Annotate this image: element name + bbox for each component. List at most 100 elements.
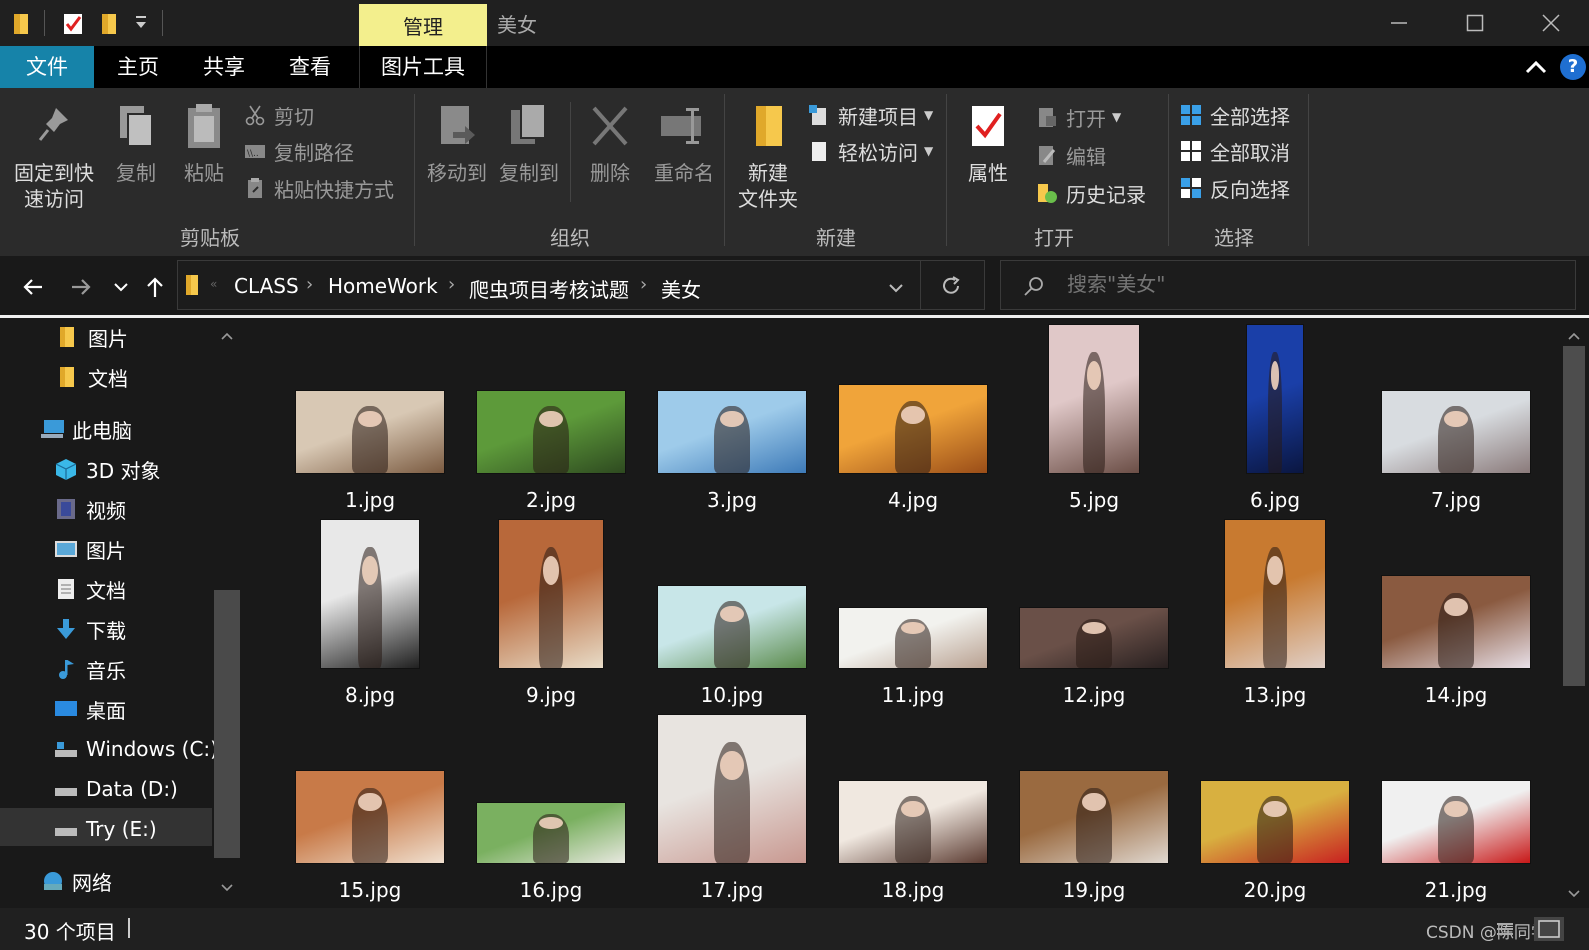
- image-thumbnail: [1019, 607, 1169, 669]
- chevron-right-icon[interactable]: ›: [640, 274, 647, 295]
- search-box[interactable]: [1000, 260, 1576, 310]
- copy-path-button[interactable]: \\.. 复制路径: [244, 136, 354, 166]
- tab-manage[interactable]: 管理: [359, 4, 487, 46]
- nav-item-music[interactable]: 音乐: [54, 650, 126, 688]
- paste-shortcut-button[interactable]: 粘贴快捷方式: [244, 173, 394, 203]
- nav-item-drive-c[interactable]: Windows (C:): [54, 730, 218, 768]
- breadcrumb-current[interactable]: 美女: [661, 274, 701, 303]
- recent-locations-chevron-icon[interactable]: [106, 272, 136, 302]
- nav-item-desktop[interactable]: 桌面: [54, 690, 126, 728]
- nav-item-documents-quick[interactable]: 文档: [56, 358, 128, 396]
- scroll-up-icon[interactable]: [1568, 326, 1580, 345]
- chevron-right-icon[interactable]: ›: [448, 274, 455, 295]
- new-folder-quick-icon[interactable]: [100, 12, 120, 40]
- back-arrow-icon[interactable]: [18, 272, 48, 302]
- properties-button[interactable]: 属性: [958, 102, 1018, 186]
- collapse-ribbon-icon[interactable]: [1524, 56, 1548, 78]
- nav-item-drive-e[interactable]: Try (E:): [54, 810, 157, 848]
- file-item[interactable]: 20.jpg: [1185, 714, 1365, 904]
- tab-picture-tools[interactable]: 图片工具: [359, 46, 487, 88]
- group-divider: [414, 94, 415, 246]
- file-item[interactable]: 8.jpg: [280, 519, 460, 709]
- maximize-button[interactable]: [1437, 0, 1513, 46]
- large-icons-view-icon[interactable]: [1534, 917, 1564, 941]
- edit-button[interactable]: 编辑: [1036, 140, 1106, 170]
- file-list-scroll-thumb[interactable]: [1563, 346, 1585, 686]
- file-item[interactable]: 18.jpg: [823, 714, 1003, 904]
- pin-quick-access-button[interactable]: 固定到快 速访问: [6, 102, 102, 212]
- help-icon[interactable]: ?: [1560, 54, 1586, 80]
- tab-home[interactable]: 主页: [100, 46, 176, 88]
- scroll-down-icon[interactable]: [1568, 884, 1580, 903]
- refresh-icon[interactable]: [940, 275, 962, 301]
- move-to-button[interactable]: 移动到: [422, 102, 492, 186]
- nav-item-3d-objects[interactable]: 3D 对象: [54, 450, 160, 488]
- copy-button[interactable]: 复制: [108, 102, 164, 186]
- file-item[interactable]: 7.jpg: [1366, 324, 1546, 514]
- history-button[interactable]: 历史记录: [1036, 178, 1146, 208]
- breadcrumb-crawler-exam[interactable]: 爬虫项目考核试题: [469, 274, 629, 303]
- nav-item-this-pc[interactable]: 此电脑: [40, 410, 132, 448]
- breadcrumb-homework[interactable]: HomeWork: [328, 274, 438, 298]
- minimize-button[interactable]: [1361, 0, 1437, 46]
- up-arrow-icon[interactable]: [140, 272, 170, 302]
- address-history-chevron-icon[interactable]: [888, 279, 904, 298]
- address-bar[interactable]: « CLASS › HomeWork › 爬虫项目考核试题 › 美女: [177, 260, 985, 310]
- file-item[interactable]: 13.jpg: [1185, 519, 1365, 709]
- nav-item-videos[interactable]: 视频: [54, 490, 126, 528]
- file-item[interactable]: 2.jpg: [461, 324, 641, 514]
- file-item[interactable]: 17.jpg: [642, 714, 822, 904]
- scroll-down-icon[interactable]: [221, 878, 233, 897]
- image-thumbnail: [838, 384, 988, 474]
- tab-view[interactable]: 查看: [272, 46, 348, 88]
- breadcrumb-class[interactable]: CLASS: [234, 274, 299, 298]
- nav-item-documents[interactable]: 文档: [54, 570, 126, 608]
- new-folder-button[interactable]: 新建 文件夹: [730, 102, 806, 212]
- file-item[interactable]: 14.jpg: [1366, 519, 1546, 709]
- copy-to-button[interactable]: 复制到: [494, 102, 564, 186]
- cut-button[interactable]: 剪切: [244, 100, 314, 130]
- nav-item-network[interactable]: 网络: [40, 862, 112, 900]
- tab-file[interactable]: 文件: [0, 46, 94, 88]
- open-button[interactable]: 打开 ▼: [1036, 102, 1121, 132]
- close-button[interactable]: [1513, 0, 1589, 46]
- image-thumbnail: [1019, 770, 1169, 864]
- file-item[interactable]: 9.jpg: [461, 519, 641, 709]
- file-item[interactable]: 3.jpg: [642, 324, 822, 514]
- easy-access-button[interactable]: 轻松访问 ▼: [808, 136, 933, 166]
- nav-pane-scroll-thumb[interactable]: [214, 590, 240, 858]
- select-none-button[interactable]: 全部取消: [1180, 136, 1290, 166]
- file-item[interactable]: 5.jpg: [1004, 324, 1184, 514]
- details-view-icon[interactable]: [1494, 918, 1516, 940]
- delete-button[interactable]: 删除: [580, 102, 640, 186]
- paste-button[interactable]: 粘贴: [176, 102, 232, 186]
- tab-share[interactable]: 共享: [186, 46, 262, 88]
- file-item[interactable]: 12.jpg: [1004, 519, 1184, 709]
- properties-quick-icon[interactable]: [62, 12, 84, 40]
- select-all-button[interactable]: 全部选择: [1180, 100, 1290, 130]
- file-name: 7.jpg: [1430, 488, 1482, 512]
- file-item[interactable]: 6.jpg: [1185, 324, 1365, 514]
- customize-quick-access-icon[interactable]: [134, 14, 148, 36]
- new-item-button[interactable]: 新建项目 ▼: [808, 100, 933, 130]
- rename-button[interactable]: 重命名: [646, 102, 722, 186]
- file-item[interactable]: 4.jpg: [823, 324, 1003, 514]
- file-item[interactable]: 21.jpg: [1366, 714, 1546, 904]
- image-thumbnail: [657, 714, 807, 864]
- file-item[interactable]: 11.jpg: [823, 519, 1003, 709]
- file-item[interactable]: 19.jpg: [1004, 714, 1184, 904]
- file-item[interactable]: 10.jpg: [642, 519, 822, 709]
- search-input[interactable]: [1067, 272, 1547, 296]
- history-label: 历史记录: [1066, 182, 1146, 207]
- invert-selection-button[interactable]: 反向选择: [1180, 173, 1290, 203]
- nav-item-drive-d[interactable]: Data (D:): [54, 770, 178, 808]
- file-item[interactable]: 16.jpg: [461, 714, 641, 904]
- chevron-right-icon[interactable]: ›: [306, 274, 313, 295]
- file-item[interactable]: 15.jpg: [280, 714, 460, 904]
- forward-arrow-icon[interactable]: [66, 272, 96, 302]
- nav-item-pictures[interactable]: 图片: [54, 530, 126, 568]
- nav-item-downloads[interactable]: 下载: [54, 610, 126, 648]
- nav-item-pictures-quick[interactable]: 图片: [56, 318, 128, 356]
- scroll-up-icon[interactable]: [221, 326, 233, 345]
- file-item[interactable]: 1.jpg: [280, 324, 460, 514]
